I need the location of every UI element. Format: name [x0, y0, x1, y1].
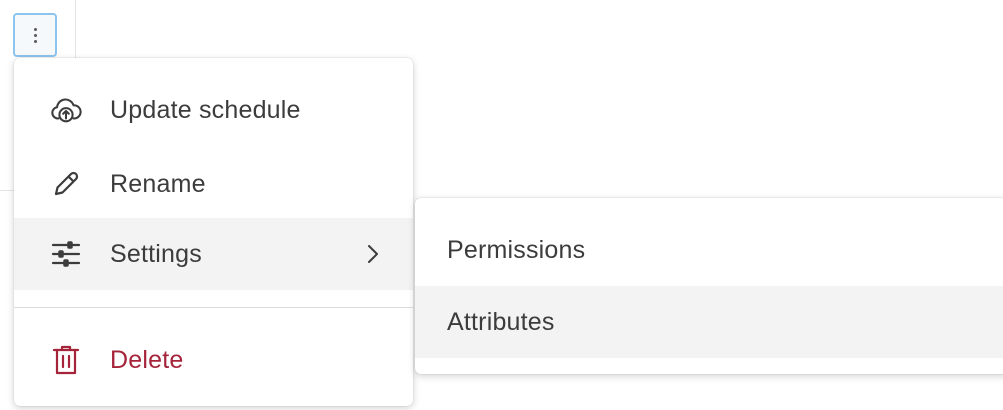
sliders-icon [50, 238, 82, 270]
chevron-right-icon [368, 245, 378, 263]
pencil-icon [50, 168, 82, 200]
context-menu: Update schedule Rename Settings Delete [14, 58, 413, 406]
submenu-item-permissions[interactable]: Permissions [415, 214, 1003, 286]
settings-submenu: Permissions Attributes [415, 198, 1003, 374]
submenu-item-attributes[interactable]: Attributes [415, 286, 1003, 358]
menu-item-label: Delete [110, 345, 184, 374]
row-divider [0, 190, 14, 191]
trash-icon [50, 344, 82, 376]
menu-item-update-schedule[interactable]: Update schedule [14, 74, 413, 146]
kebab-icon [33, 27, 37, 43]
page: Update schedule Rename Settings Delete P… [0, 0, 1003, 410]
more-options-button[interactable] [13, 13, 57, 57]
submenu-item-label: Permissions [447, 235, 586, 264]
column-divider [75, 0, 76, 60]
cloud-upload-icon [50, 94, 82, 126]
menu-item-delete[interactable]: Delete [14, 324, 413, 396]
menu-item-rename[interactable]: Rename [14, 148, 413, 220]
menu-separator [14, 307, 413, 308]
menu-item-label: Rename [110, 169, 206, 198]
menu-item-label: Settings [110, 239, 202, 268]
submenu-item-label: Attributes [447, 307, 555, 336]
menu-item-settings[interactable]: Settings [14, 218, 413, 290]
menu-item-label: Update schedule [110, 95, 301, 124]
